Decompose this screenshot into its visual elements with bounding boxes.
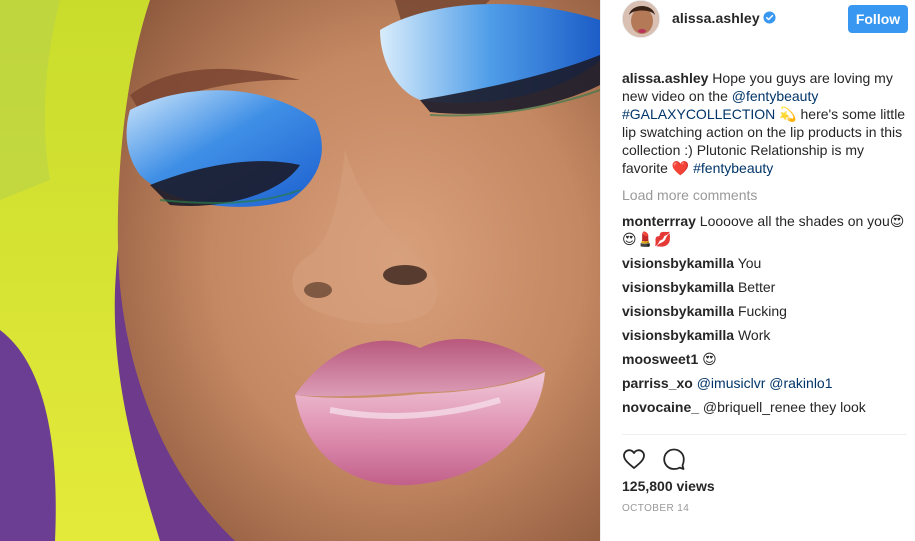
comment-username[interactable]: novocaine_ <box>622 399 699 415</box>
comment-item: parriss_xo @imusiclvr @rakinlo1 <box>622 374 907 392</box>
follow-button[interactable]: Follow <box>848 5 908 33</box>
avatar-image <box>623 1 659 37</box>
post-date[interactable]: OCTOBER 14 <box>622 503 689 514</box>
comment-username[interactable]: visionsbykamilla <box>622 255 734 271</box>
comment-item: visionsbykamilla Fucking <box>622 302 907 320</box>
caption-mention[interactable]: @fentybeauty <box>732 88 819 104</box>
comment-text: Fucking <box>734 303 787 319</box>
comment-username[interactable]: parriss_xo <box>622 375 693 391</box>
comment-username[interactable]: moosweet1 <box>622 351 698 367</box>
comment-username[interactable]: visionsbykamilla <box>622 303 734 319</box>
comment-item: visionsbykamilla Work <box>622 326 907 344</box>
load-more-comments-link[interactable]: Load more comments <box>622 186 907 204</box>
comment-text: Work <box>734 327 771 343</box>
instagram-post: alissa.ashley Follow alissa.ashley Hope … <box>0 0 915 541</box>
post-caption: alissa.ashley Hope you guys are loving m… <box>622 69 907 177</box>
comment-username[interactable]: monterrray <box>622 213 696 229</box>
header-username[interactable]: alissa.ashley <box>672 10 760 26</box>
closeup-makeup-photo <box>0 0 600 541</box>
comment-item: visionsbykamilla Better <box>622 278 907 296</box>
verified-badge-icon <box>763 11 776 24</box>
comment-mentions[interactable]: @imusiclvr @rakinlo1 <box>693 375 833 391</box>
post-header: alissa.ashley Follow <box>601 0 915 38</box>
comment-item: visionsbykamilla You <box>622 254 907 272</box>
comment-item: novocaine_ @briquell_renee they look <box>622 398 907 416</box>
comment-username[interactable]: visionsbykamilla <box>622 279 734 295</box>
comment-item: moosweet1 😍 <box>622 350 907 368</box>
comment-text: 😍 <box>698 351 717 367</box>
comment-text: Better <box>734 279 776 295</box>
section-divider <box>622 434 907 435</box>
post-side-panel: alissa.ashley Follow alissa.ashley Hope … <box>600 0 915 541</box>
avatar[interactable] <box>622 0 660 38</box>
caption-hashtag[interactable]: #fentybeauty <box>693 160 773 176</box>
views-count[interactable]: 125,800 views <box>622 478 715 494</box>
post-actions <box>622 447 686 471</box>
comment-bubble-icon[interactable] <box>662 447 686 471</box>
comment-username[interactable]: visionsbykamilla <box>622 327 734 343</box>
caption-username[interactable]: alissa.ashley <box>622 70 708 86</box>
post-photo[interactable] <box>0 0 600 541</box>
comments-list: alissa.ashley Hope you guys are loving m… <box>622 69 907 422</box>
comment-text: You <box>734 255 762 271</box>
heart-icon[interactable] <box>622 447 646 471</box>
comment-text: @briquell_renee they look <box>699 399 866 415</box>
caption-hashtag[interactable]: #GALAXYCOLLECTION <box>622 106 775 122</box>
comment-item: monterrray Loooove all the shades on you… <box>622 212 907 248</box>
